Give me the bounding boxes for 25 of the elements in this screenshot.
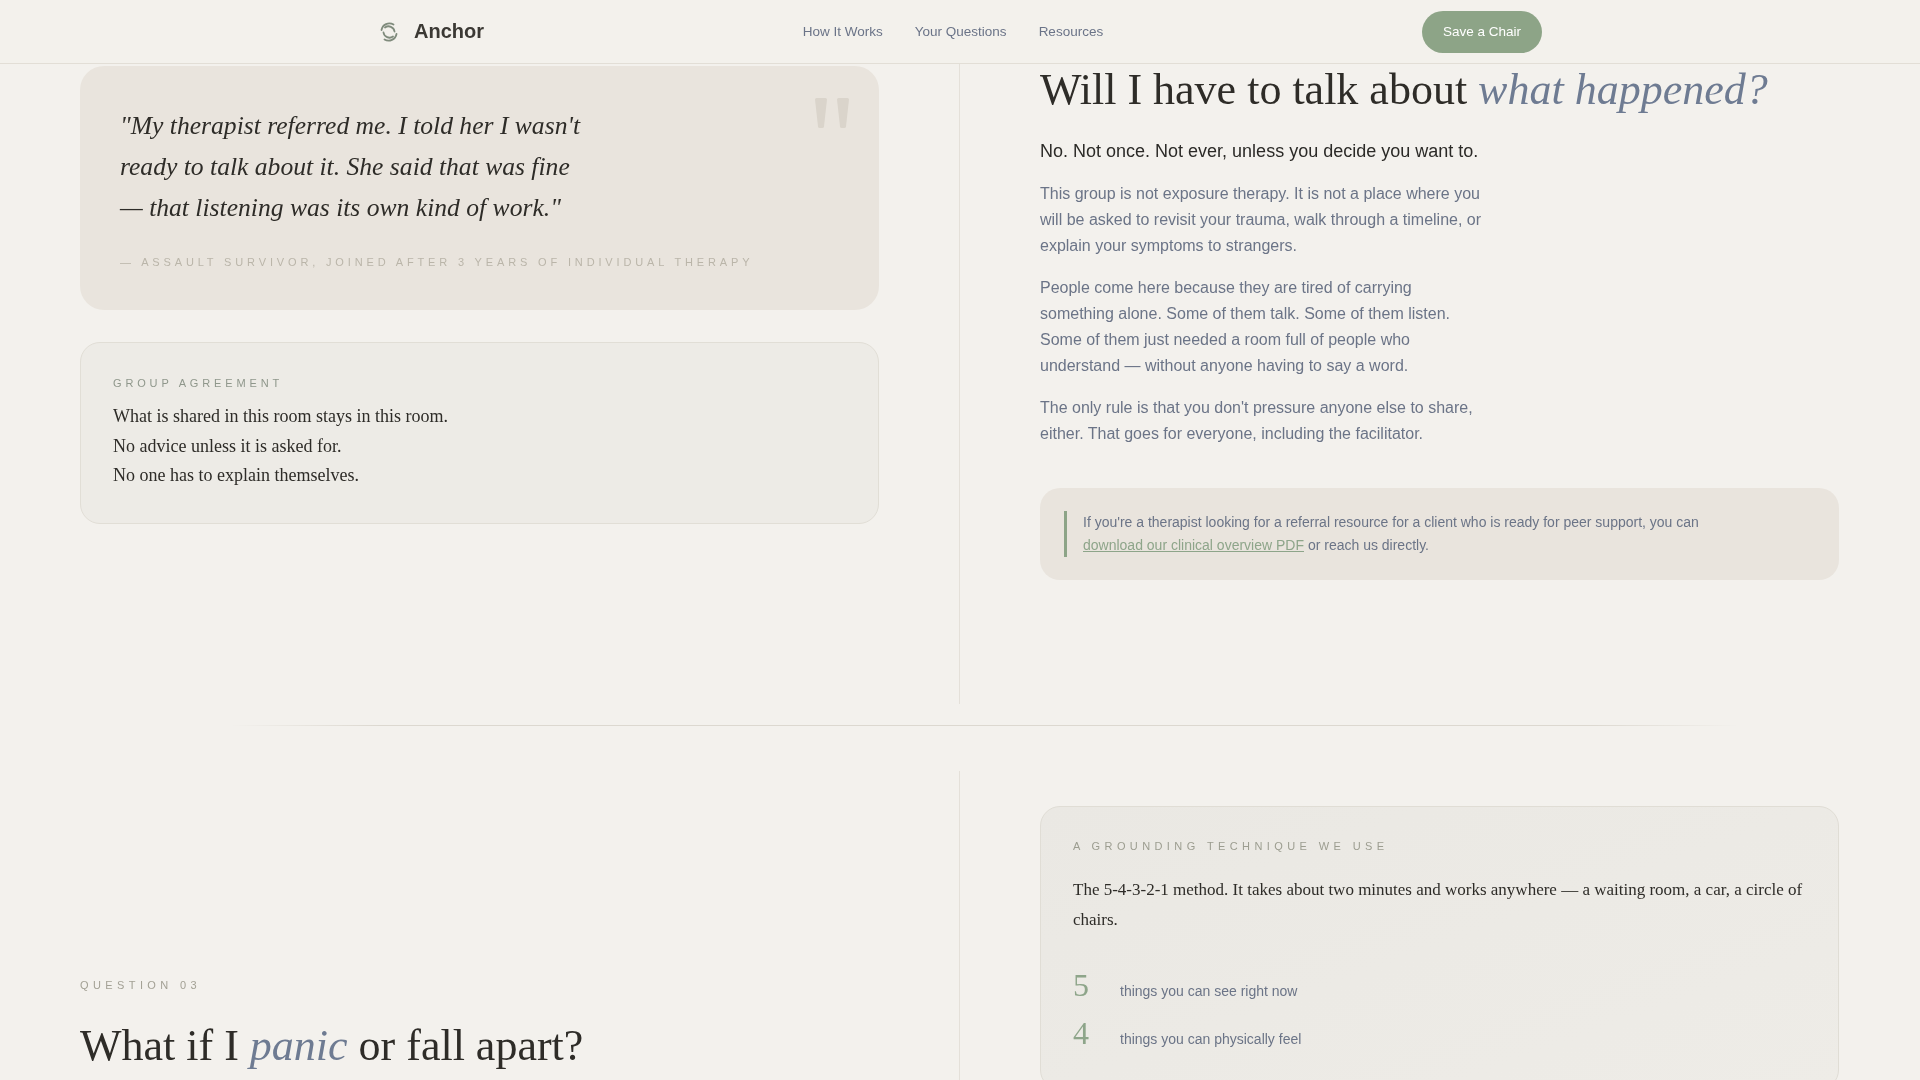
- answer-paragraph: People come here because they are tired of carrying something alone. Some of them talk. Some of them listen. Some of them just needed a room full of people who understand — without anyone having to say a word.: [1040, 277, 1451, 376]
- nav-link[interactable]: How It Works: [802, 24, 883, 39]
- step-text: things you can physically feel: [1120, 1030, 1303, 1047]
- logo-link[interactable]: Anchor: [378, 20, 484, 43]
- agreement-item: No advice unless it is asked for.: [113, 434, 343, 458]
- step-number: 5: [1073, 965, 1090, 1005]
- nav-link[interactable]: Resources: [1038, 24, 1104, 39]
- technique-intro: The 5-4-3-2-1 method. It takes about two minutes and works anywhere — a waiting room, a car, a circle of chairs.: [1073, 879, 1804, 931]
- agreement-item: What is shared in this room stays in this room.: [113, 404, 449, 428]
- section-label: A GROUNDING TECHNIQUE WE USE: [1073, 839, 1390, 855]
- logo-ring-icon: [378, 20, 400, 43]
- referral-note: If you're a therapist looking for a referral resource for a client who is ready for peer support, you can download our clinical overview PDF or reach us directly.: [1064, 511, 1799, 558]
- step-number: 4: [1073, 1013, 1090, 1053]
- answer-paragraph: This group is not exposure therapy. It is not a place where you will be asked to revisit your trauma, walk through a timeline, or explain your symptoms to strangers.: [1040, 183, 1483, 256]
- section-label: GROUP AGREEMENT: [113, 375, 284, 391]
- agreement-item: No one has to explain themselves.: [113, 464, 360, 488]
- nav-link[interactable]: Your Questions: [914, 24, 1007, 39]
- question-number-label: QUESTION 03: [80, 978, 203, 994]
- answer-lead: No. Not once. Not ever, unless you decide you want to.: [1040, 139, 1480, 163]
- question-heading: What if I panic or fall apart?: [80, 1019, 585, 1072]
- step-text: things you can see right now: [1120, 982, 1299, 999]
- testimonial-quote: "My therapist referred me. I told her I wasn't ready to talk about it. She said that was fine — that listening was its own kind of work.": [120, 110, 582, 224]
- save-chair-button[interactable]: Save a Chair: [1421, 10, 1542, 53]
- question-heading: Will I have to talk about what happened?: [1040, 64, 1769, 116]
- answer-paragraph: The only rule is that you don't pressure anyone else to share, either. That goes for everyone, including the facilitator.: [1040, 397, 1474, 444]
